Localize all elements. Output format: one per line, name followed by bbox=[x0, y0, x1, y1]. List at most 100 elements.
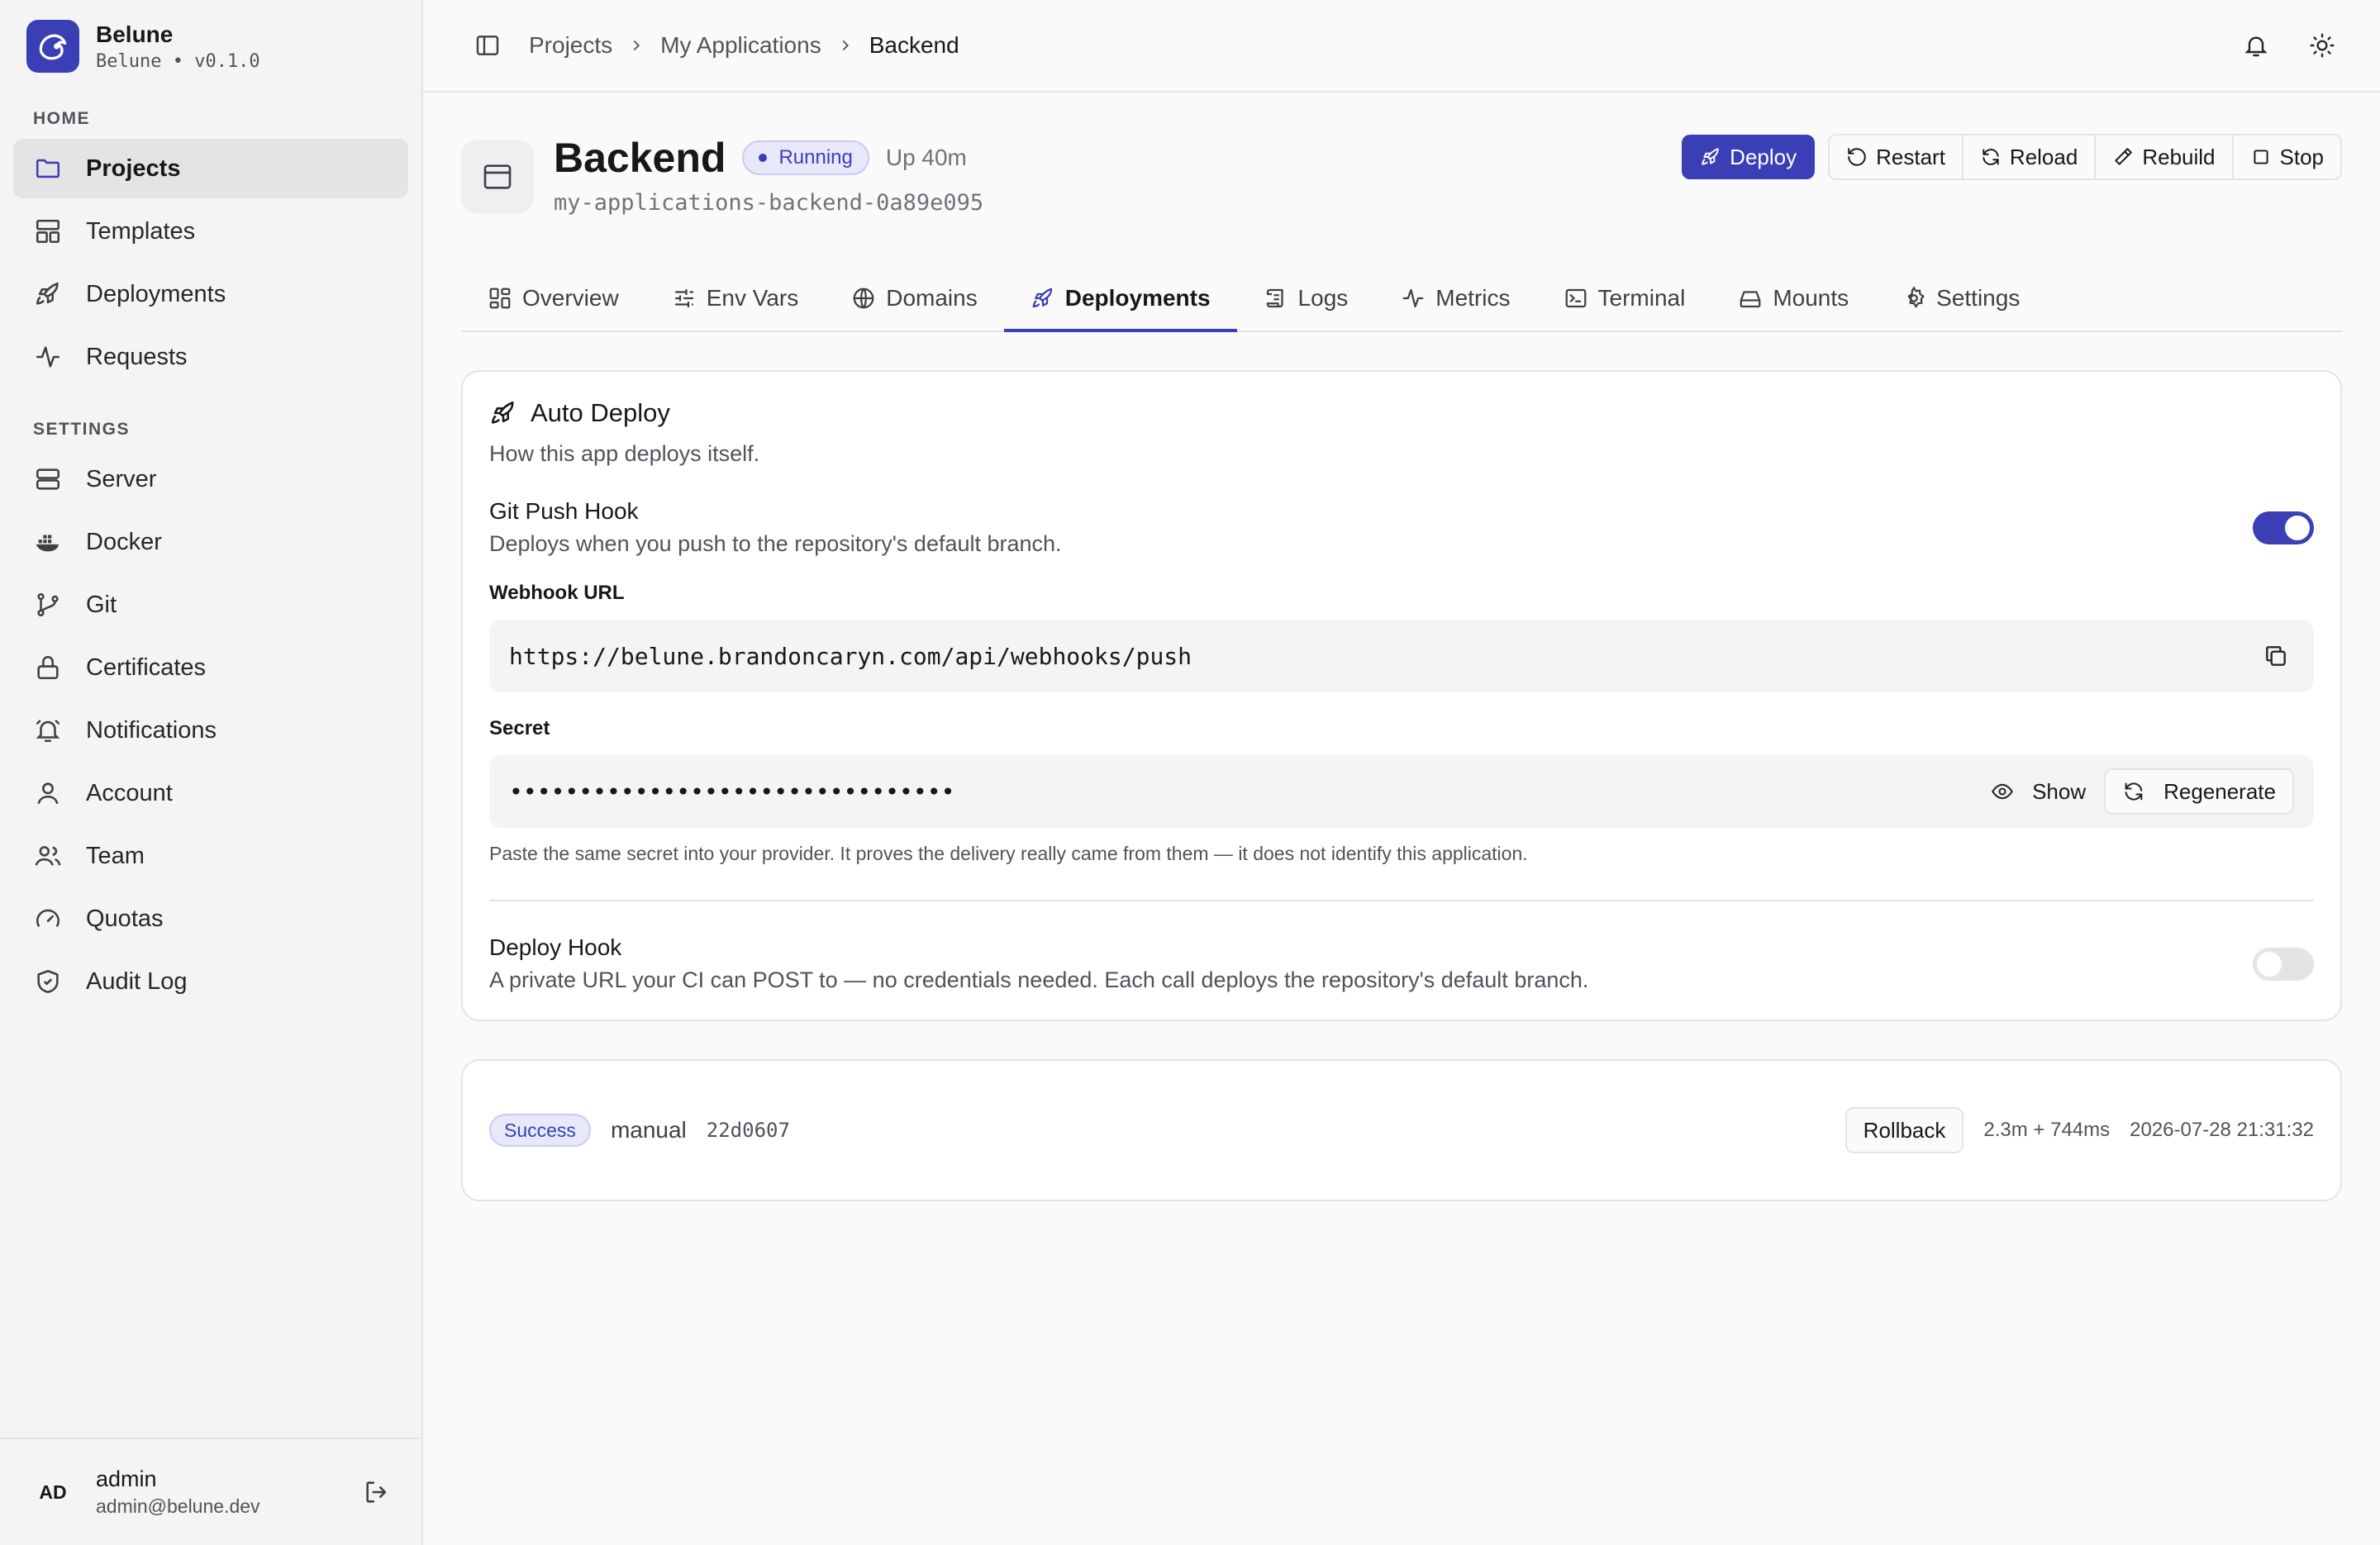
brand-version: Belune • v0.1.0 bbox=[96, 50, 260, 72]
deployment-timestamp: 2026-07-28 21:31:32 bbox=[2130, 1119, 2314, 1141]
deploy-button[interactable]: Deploy bbox=[1682, 135, 1816, 179]
tab-overview[interactable]: Overview bbox=[461, 266, 645, 330]
sidebar-item-deployments[interactable]: Deployments bbox=[13, 264, 408, 324]
chevron-right-icon bbox=[836, 36, 854, 55]
user-email: admin@belune.dev bbox=[96, 1495, 260, 1517]
page-title: Backend bbox=[554, 135, 726, 181]
sidebar-item-label: Deployments bbox=[86, 280, 226, 307]
rocket-icon bbox=[1702, 148, 1719, 165]
sun-icon bbox=[2310, 33, 2335, 58]
reload-button[interactable]: Reload bbox=[1963, 135, 2097, 178]
sidebar-item-team[interactable]: Team bbox=[13, 826, 408, 886]
app-window-icon bbox=[461, 140, 534, 213]
tab-domains[interactable]: Domains bbox=[825, 266, 1003, 330]
deployment-status-badge: Success bbox=[489, 1114, 591, 1147]
activity-icon bbox=[1402, 288, 1424, 308]
tab-mounts[interactable]: Mounts bbox=[1711, 266, 1875, 330]
sidebar-item-server[interactable]: Server bbox=[13, 449, 408, 509]
sidebar-item-label: Certificates bbox=[86, 654, 207, 681]
sidebar-item-label: Projects bbox=[86, 154, 181, 182]
sidebar-toggle-button[interactable] bbox=[469, 27, 506, 64]
sidebar-item-label: Team bbox=[86, 842, 145, 869]
deploy-hook-toggle[interactable] bbox=[2253, 947, 2314, 981]
tab-env-vars[interactable]: Env Vars bbox=[645, 266, 826, 330]
logout-button[interactable] bbox=[359, 1474, 395, 1510]
sidebar-item-requests[interactable]: Requests bbox=[13, 327, 408, 387]
app-root: Belune Belune • v0.1.0 HOME Projects Tem… bbox=[0, 0, 2380, 1545]
eye-icon bbox=[1992, 783, 2013, 800]
rebuild-button[interactable]: Rebuild bbox=[2096, 135, 2234, 178]
hammer-icon bbox=[2115, 148, 2133, 165]
bell-icon bbox=[33, 715, 63, 745]
app-slug: my-applications-backend-0a89e095 bbox=[554, 190, 984, 216]
tab-label: Logs bbox=[1297, 285, 1349, 311]
notifications-button[interactable] bbox=[2238, 27, 2274, 64]
tab-settings[interactable]: Settings bbox=[1875, 266, 2046, 330]
sidebar-item-label: Server bbox=[86, 465, 157, 492]
tab-metrics[interactable]: Metrics bbox=[1374, 266, 1536, 330]
uptime-text: Up 40m bbox=[885, 145, 967, 170]
gear-icon bbox=[1907, 286, 1925, 309]
tab-label: Metrics bbox=[1435, 285, 1511, 311]
tab-terminal[interactable]: Terminal bbox=[1537, 266, 1712, 330]
lifecycle-button-group: Restart Reload Rebuild Stop bbox=[1828, 134, 2342, 180]
square-icon bbox=[2253, 150, 2268, 164]
webhook-url-field: https://belune.brandoncaryn.com/api/webh… bbox=[489, 620, 2314, 692]
status-badge: Running bbox=[742, 140, 869, 175]
git-push-hook-toggle[interactable] bbox=[2253, 511, 2314, 544]
sidebar-item-account[interactable]: Account bbox=[13, 763, 408, 823]
secret-field: •••••••••••••••••••••••••••••••• Show Re… bbox=[489, 755, 2314, 828]
docker-icon bbox=[33, 527, 63, 557]
regenerate-secret-button[interactable]: Regenerate bbox=[2104, 768, 2294, 815]
tab-label: Env Vars bbox=[706, 285, 799, 311]
app-tabs: Overview Env Vars Domains Deployments Lo… bbox=[461, 268, 2342, 332]
tab-deployments[interactable]: Deployments bbox=[1003, 266, 1237, 332]
card-title-text: Auto Deploy bbox=[531, 398, 670, 427]
section-label-home: HOME bbox=[33, 109, 90, 128]
theme-toggle-button[interactable] bbox=[2304, 27, 2340, 64]
brand-name: Belune bbox=[96, 21, 174, 47]
breadcrumb-my-applications[interactable]: My Applications bbox=[660, 32, 821, 59]
deployment-duration: 2.3m + 744ms bbox=[1983, 1119, 2111, 1141]
app-actions: Deploy Restart Reload Rebuild Stop bbox=[1682, 134, 2342, 180]
deployment-commit: 22d0607 bbox=[706, 1119, 790, 1142]
sidebar-item-projects[interactable]: Projects bbox=[13, 139, 408, 198]
rollback-button[interactable]: Rollback bbox=[1844, 1107, 1964, 1153]
rocket-icon bbox=[1032, 288, 1052, 308]
stop-button[interactable]: Stop bbox=[2234, 135, 2341, 178]
panel-left-icon bbox=[476, 36, 499, 55]
tab-label: Settings bbox=[1936, 285, 2021, 311]
sidebar-item-docker[interactable]: Docker bbox=[13, 512, 408, 572]
show-secret-button[interactable]: Show bbox=[1991, 779, 2086, 805]
deploy-hook-title: Deploy Hook bbox=[489, 934, 622, 960]
user-box: AD admin admin@belune.dev bbox=[0, 1438, 421, 1545]
copy-webhook-button[interactable] bbox=[2258, 638, 2294, 674]
breadcrumb-projects[interactable]: Projects bbox=[529, 32, 612, 59]
sidebar-item-certificates[interactable]: Certificates bbox=[13, 638, 408, 697]
tab-label: Domains bbox=[886, 285, 978, 311]
show-label: Show bbox=[2032, 778, 2087, 804]
stop-label: Stop bbox=[2279, 144, 2325, 169]
restart-button[interactable]: Restart bbox=[1830, 135, 1963, 178]
page-content: Backend Running Up 40m my-applications-b… bbox=[423, 93, 2380, 1201]
sidebar-item-notifications[interactable]: Notifications bbox=[13, 701, 408, 760]
deploy-hook-description: A private URL your CI can POST to — no c… bbox=[489, 967, 1589, 992]
webhook-url-value[interactable]: https://belune.brandoncaryn.com/api/webh… bbox=[509, 643, 1192, 670]
globe-icon bbox=[853, 288, 874, 309]
sidebar-item-audit-log[interactable]: Audit Log bbox=[13, 952, 408, 1011]
auto-deploy-card: Auto Deploy How this app deploys itself.… bbox=[461, 370, 2342, 1021]
deploy-hook-row: Deploy Hook A private URL your CI can PO… bbox=[489, 934, 2314, 993]
avatar[interactable]: AD bbox=[26, 1466, 79, 1519]
tab-label: Mounts bbox=[1773, 285, 1849, 311]
terminal-icon bbox=[1565, 288, 1586, 308]
sidebar-item-git[interactable]: Git bbox=[13, 575, 408, 635]
hard-drive-icon bbox=[1740, 291, 1761, 308]
sliders-icon bbox=[674, 288, 693, 308]
brand[interactable]: Belune Belune • v0.1.0 bbox=[0, 0, 421, 93]
sidebar-item-templates[interactable]: Templates bbox=[13, 202, 408, 261]
deployment-card: Success manual 22d0607 Rollback 2.3m + 7… bbox=[461, 1059, 2342, 1201]
auto-deploy-title: Auto Deploy bbox=[489, 398, 2314, 428]
rotate-ccw-icon bbox=[1848, 148, 1866, 166]
sidebar-item-quotas[interactable]: Quotas bbox=[13, 889, 408, 948]
tab-logs[interactable]: Logs bbox=[1237, 266, 1375, 330]
